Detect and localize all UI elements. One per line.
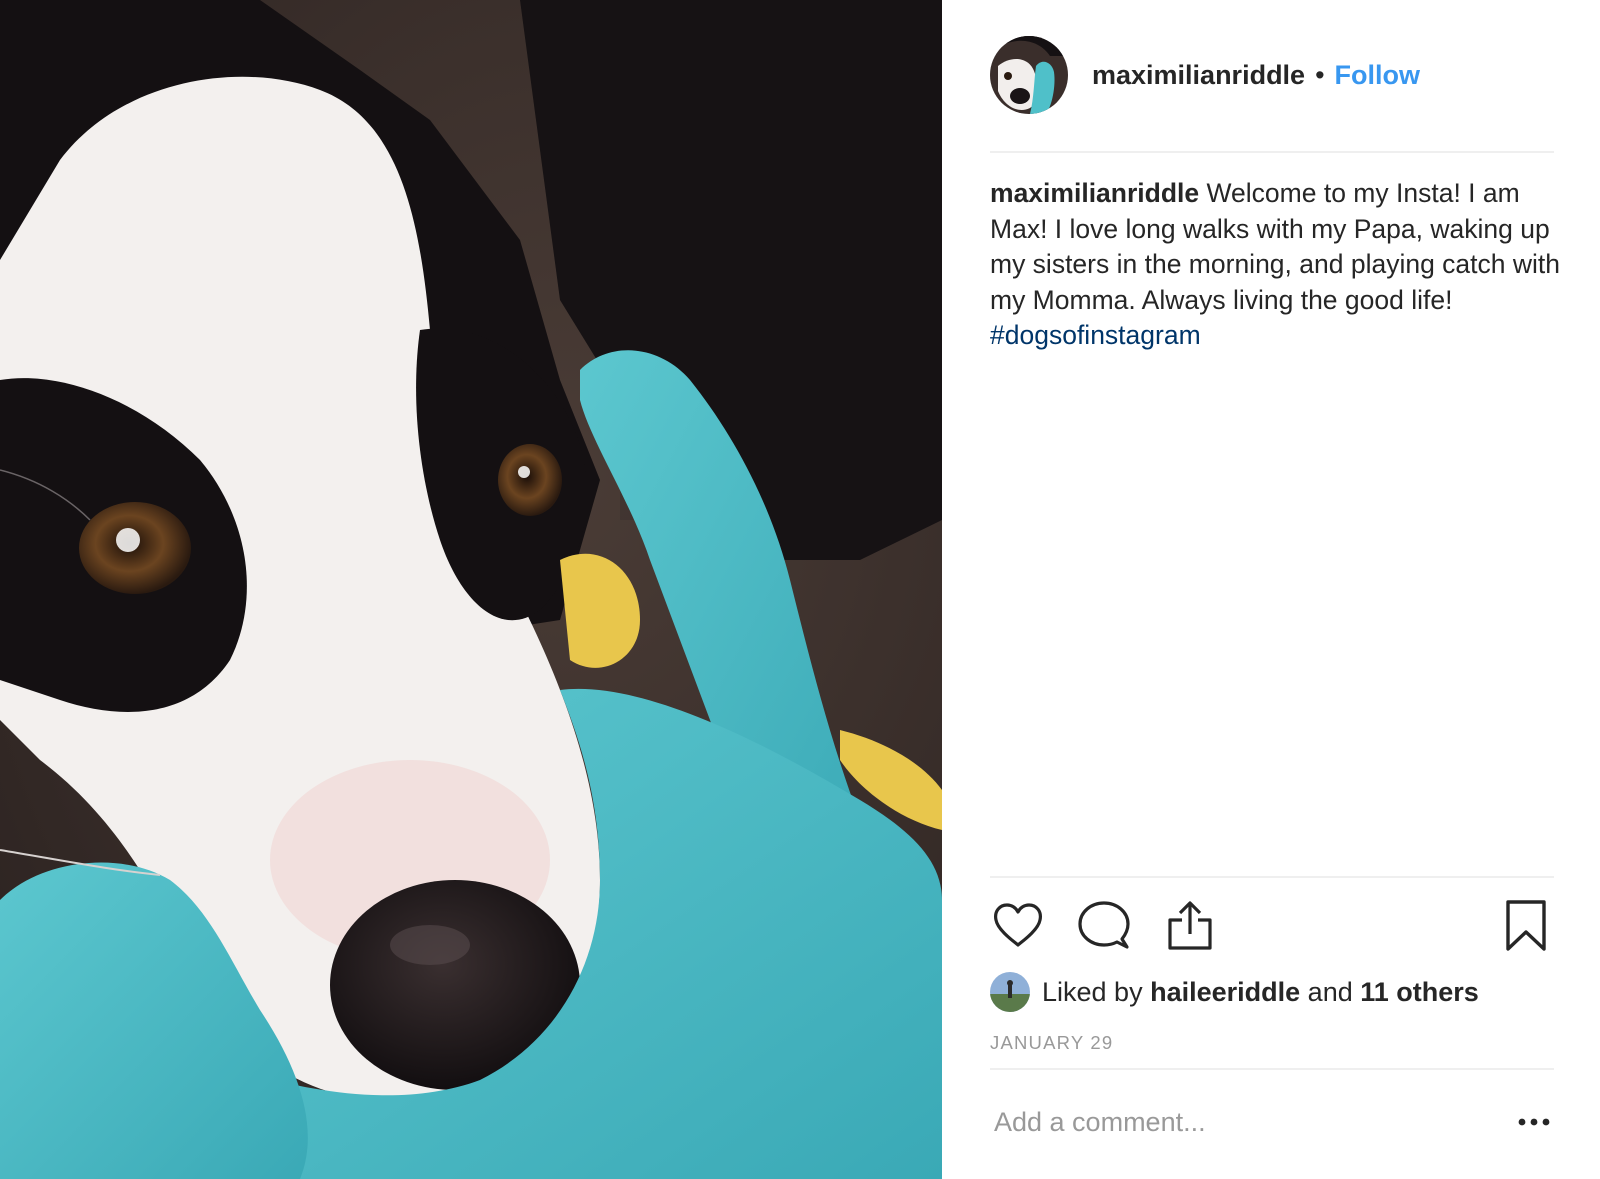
liker-avatar[interactable] (990, 972, 1030, 1012)
header-separator-dot: • (1315, 59, 1325, 90)
like-button[interactable] (990, 898, 1046, 954)
more-options-button[interactable] (1514, 1102, 1554, 1142)
more-options-icon (1518, 1118, 1550, 1126)
post-caption: maximilianriddle Welcome to my Insta! I … (990, 176, 1560, 354)
likes-conj: and (1307, 976, 1353, 1007)
save-button[interactable] (1498, 898, 1554, 954)
instagram-post: maximilianriddle • Follow maximilianridd… (0, 0, 1600, 1179)
comment-input[interactable] (990, 1106, 1514, 1138)
avatar-image (990, 36, 1068, 114)
comment-button[interactable] (1076, 898, 1132, 954)
liker-username[interactable]: haileeriddle (1150, 977, 1300, 1008)
post-side-panel: maximilianriddle • Follow maximilianridd… (942, 0, 1600, 1179)
bookmark-icon (1506, 900, 1546, 951)
header-divider (990, 151, 1554, 153)
author-avatar[interactable] (990, 36, 1068, 114)
dog-photo-image (0, 0, 942, 1179)
liker-avatar-image (990, 972, 1030, 1012)
comment-bubble-icon (1078, 901, 1130, 949)
caption-hashtag[interactable]: #dogsofinstagram (990, 320, 1201, 350)
likes-prefix: Liked by (1042, 976, 1143, 1007)
likes-row: Liked by haileeriddle and 11 others (990, 972, 1479, 1012)
comment-form (990, 1092, 1554, 1152)
post-photo[interactable] (0, 0, 942, 1179)
post-header: maximilianriddle • Follow (990, 36, 1420, 114)
author-username[interactable]: maximilianriddle (1092, 60, 1305, 91)
follow-button[interactable]: Follow (1335, 60, 1420, 91)
caption-username[interactable]: maximilianriddle (990, 178, 1199, 208)
share-upload-icon (1168, 901, 1212, 950)
likes-others-count[interactable]: 11 others (1360, 977, 1479, 1008)
share-button[interactable] (1162, 898, 1218, 954)
comment-divider (990, 1068, 1554, 1070)
heart-icon (994, 903, 1042, 947)
post-actions (990, 898, 1554, 954)
actions-divider (990, 876, 1554, 878)
post-date[interactable]: JANUARY 29 (990, 1032, 1113, 1054)
